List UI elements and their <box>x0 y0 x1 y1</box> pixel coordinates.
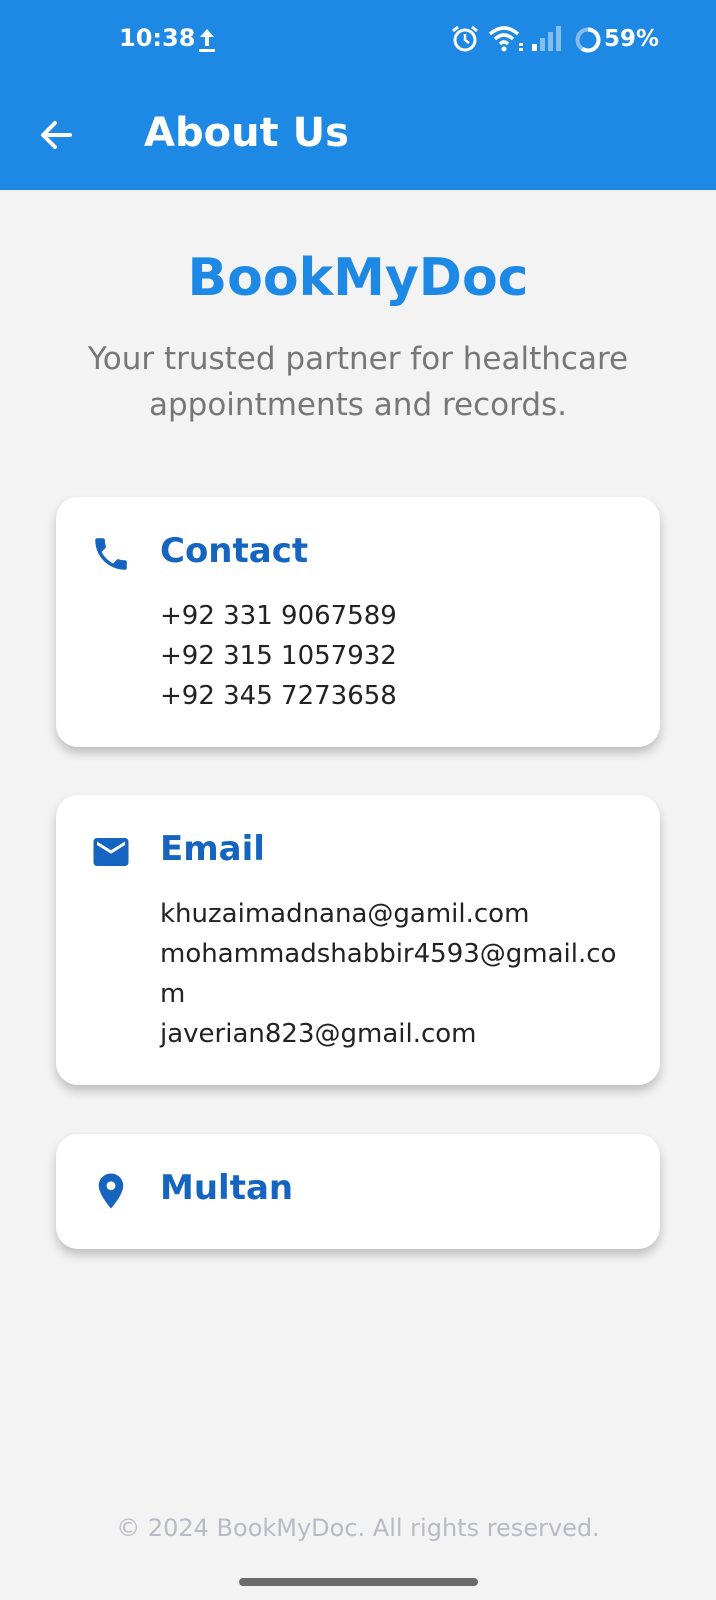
footer-copyright: © 2024 BookMyDoc. All rights reserved. <box>116 1514 600 1542</box>
signal-icon <box>532 26 561 51</box>
wifi-icon <box>488 26 523 52</box>
phone-icon <box>95 538 127 570</box>
status-time: 10:38 <box>119 24 196 52</box>
battery-icon <box>575 27 601 53</box>
status-bar: 10:38 59% <box>0 0 716 80</box>
location-pin-icon <box>98 1173 124 1209</box>
phone-number[interactable]: +92 331 9067589 <box>160 596 636 636</box>
app-bar: 10:38 59% About Us <box>0 0 716 190</box>
mail-icon <box>93 838 129 866</box>
location-title: Multan <box>160 1168 294 1208</box>
contact-title: Contact <box>160 531 309 571</box>
phone-number[interactable]: +92 315 1057932 <box>160 636 636 676</box>
alarm-icon <box>452 25 478 52</box>
page-title: About Us <box>144 110 349 156</box>
brand-name: BookMyDoc <box>187 248 529 308</box>
battery-percent: 59% <box>604 26 660 52</box>
contact-card: Contact +92 331 9067589 +92 315 1057932 … <box>56 497 660 747</box>
email-card: Email khuzaimadnana@gamil.com mohammadsh… <box>56 795 660 1085</box>
email-address[interactable]: khuzaimadnana@gamil.com <box>160 894 636 934</box>
email-list: khuzaimadnana@gamil.com mohammadshabbir4… <box>160 894 636 1054</box>
email-address[interactable]: mohammadshabbir4593@gmail.com <box>160 934 636 1014</box>
email-address[interactable]: javerian823@gmail.com <box>160 1014 636 1054</box>
location-card: Multan <box>56 1134 660 1249</box>
home-indicator[interactable] <box>239 1578 478 1586</box>
upload-icon <box>199 29 215 52</box>
phone-list: +92 331 9067589 +92 315 1057932 +92 345 … <box>160 596 636 716</box>
brand-tagline: Your trusted partner for healthcare appo… <box>87 341 629 423</box>
arrow-back-icon[interactable] <box>36 115 76 155</box>
email-title: Email <box>160 829 265 869</box>
phone-number[interactable]: +92 345 7273658 <box>160 676 636 716</box>
